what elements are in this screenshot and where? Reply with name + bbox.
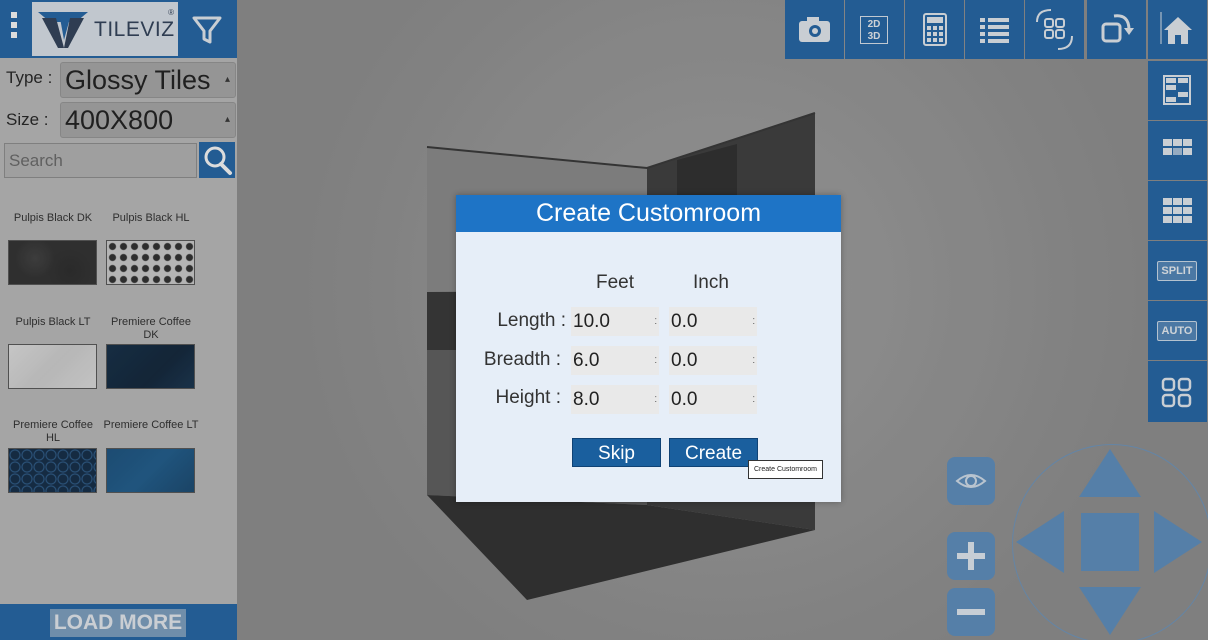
spinner-icon: ⁚ xyxy=(654,317,657,326)
create-button[interactable]: Create xyxy=(669,438,758,467)
create-customroom-dialog: Create Customroom Feet Inch Length : 10.… xyxy=(456,195,841,502)
dialog-title: Create Customroom xyxy=(456,195,841,232)
feet-column-header: Feet xyxy=(596,272,635,293)
skip-button[interactable]: Skip xyxy=(572,438,661,467)
breadth-inch-input[interactable]: 0.0 ⁚ xyxy=(669,346,757,375)
length-inch-input[interactable]: 0.0 ⁚ xyxy=(669,307,757,336)
length-inch-value: 0.0 xyxy=(671,311,698,332)
height-inch-value: 0.0 xyxy=(671,389,698,410)
inch-column-header: Inch xyxy=(693,272,729,293)
create-tooltip: Create Customroom xyxy=(748,460,823,479)
spinner-icon: ⁚ xyxy=(752,317,755,326)
breadth-label: Breadth : xyxy=(483,349,561,370)
breadth-inch-value: 0.0 xyxy=(671,350,698,371)
length-feet-input[interactable]: 10.0 ⁚ xyxy=(571,307,659,336)
length-label: Length : xyxy=(497,310,566,331)
height-feet-input[interactable]: 8.0 ⁚ xyxy=(571,385,659,414)
height-feet-value: 8.0 xyxy=(573,389,600,410)
spinner-icon: ⁚ xyxy=(654,356,657,365)
height-label: Height : xyxy=(495,387,561,408)
height-inch-input[interactable]: 0.0 ⁚ xyxy=(669,385,757,414)
breadth-feet-value: 6.0 xyxy=(573,350,600,371)
length-feet-value: 10.0 xyxy=(573,311,610,332)
spinner-icon: ⁚ xyxy=(752,356,755,365)
spinner-icon: ⁚ xyxy=(654,395,657,404)
spinner-icon: ⁚ xyxy=(752,395,755,404)
breadth-feet-input[interactable]: 6.0 ⁚ xyxy=(571,346,659,375)
